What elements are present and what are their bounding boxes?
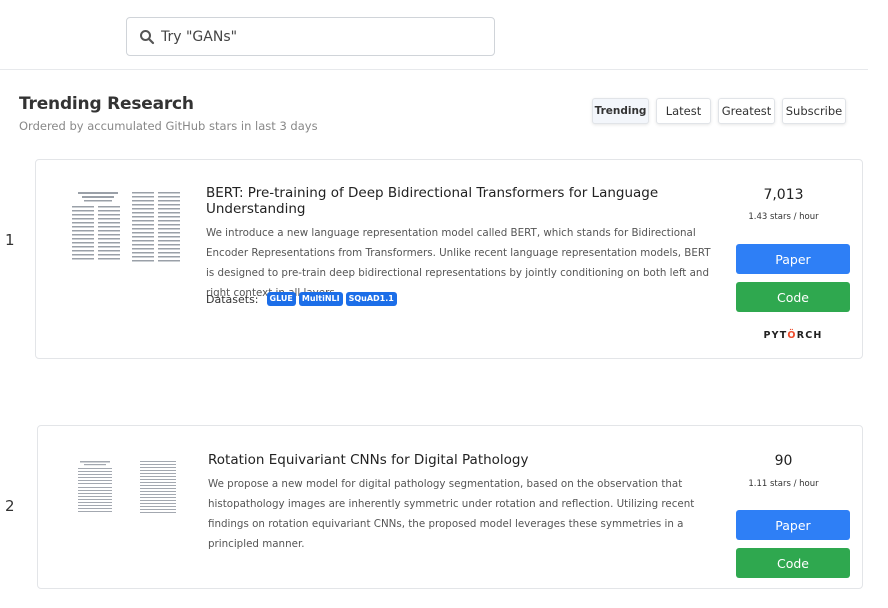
search-input[interactable]: [161, 28, 461, 45]
section-subtitle: Ordered by accumulated GitHub stars in l…: [19, 119, 318, 133]
section-title: Trending Research: [19, 94, 194, 114]
paper-abstract: We propose a new model for digital patho…: [208, 478, 695, 550]
paper-button[interactable]: Paper: [736, 244, 850, 274]
dataset-badge-multinli[interactable]: MultiNLI: [298, 292, 343, 306]
pytorch-logo[interactable]: PYTÖRCH: [736, 330, 850, 341]
tab-subscribe[interactable]: Subscribe: [782, 98, 846, 124]
tab-latest[interactable]: Latest: [656, 98, 711, 124]
pytorch-logo-text-end: RCH: [796, 330, 823, 341]
pytorch-flame-icon: Ö: [787, 330, 797, 341]
dataset-badge-glue[interactable]: GLUE: [266, 292, 296, 306]
paper-title[interactable]: BERT: Pre-training of Deep Bidirectional…: [206, 185, 661, 217]
paper-abstract: We introduce a new language representati…: [206, 227, 711, 299]
tab-greatest[interactable]: Greatest: [718, 98, 775, 124]
paper-thumbnail[interactable]: [70, 190, 182, 266]
stars-per-hour: 1.11 stars / hour: [748, 479, 819, 489]
paper-card: BERT: Pre-training of Deep Bidirectional…: [35, 159, 863, 359]
star-count: 90: [774, 453, 793, 469]
paper-title[interactable]: Rotation Equivariant CNNs for Digital Pa…: [208, 452, 663, 468]
dataset-badge-squad[interactable]: SQuAD1.1: [345, 292, 397, 306]
datasets-row: Datasets: GLUE MultiNLI SQuAD1.1: [206, 292, 397, 306]
paper-thumbnail[interactable]: [68, 460, 180, 518]
rank-number: 2: [5, 497, 15, 515]
search-bar[interactable]: [126, 17, 495, 56]
code-button[interactable]: Code: [736, 282, 850, 312]
star-count: 7,013: [763, 187, 804, 203]
rank-number: 1: [5, 231, 15, 249]
datasets-label: Datasets:: [206, 292, 259, 306]
sort-tabs: Trending Latest Greatest Subscribe: [592, 98, 846, 124]
stars-per-hour: 1.43 stars / hour: [748, 212, 819, 222]
code-button[interactable]: Code: [736, 548, 850, 578]
paper-button[interactable]: Paper: [736, 510, 850, 540]
header-divider: [0, 69, 868, 70]
paper-card: Rotation Equivariant CNNs for Digital Pa…: [37, 425, 863, 589]
pytorch-logo-text-start: PYT: [763, 330, 788, 341]
search-icon: [140, 29, 155, 44]
tab-trending[interactable]: Trending: [592, 98, 649, 124]
